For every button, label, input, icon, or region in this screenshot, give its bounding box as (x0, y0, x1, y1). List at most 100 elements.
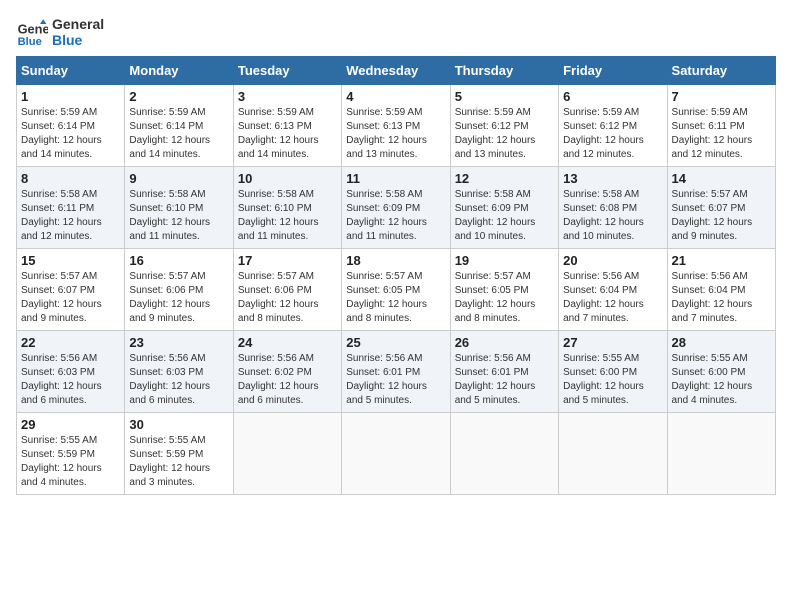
day-info: Sunrise: 5:58 AMSunset: 6:08 PMDaylight:… (563, 188, 662, 244)
day-number: 18 (346, 253, 445, 268)
day-number: 12 (455, 171, 554, 186)
calendar-week-row: 1Sunrise: 5:59 AMSunset: 6:14 PMDaylight… (17, 85, 776, 167)
day-number: 24 (238, 335, 337, 350)
calendar-cell: 7 Sunrise: 5:59 AMSunset: 6:11 PMDaylight… (667, 85, 775, 167)
day-info: Sunrise: 5:58 AMSunset: 6:09 PMDaylight:… (455, 188, 554, 244)
calendar-cell (667, 413, 775, 495)
day-info: Sunrise: 5:57 AMSunset: 6:06 PMDaylight:… (129, 270, 228, 326)
day-number: 11 (346, 171, 445, 186)
logo: General Blue General Blue (16, 16, 104, 48)
calendar-cell: 18 Sunrise: 5:57 AMSunset: 6:05 PMDayligh… (342, 249, 450, 331)
day-number: 4 (346, 89, 445, 104)
day-number: 13 (563, 171, 662, 186)
calendar-table: SundayMondayTuesdayWednesdayThursdayFrid… (16, 56, 776, 495)
day-number: 21 (672, 253, 771, 268)
calendar-cell: 12 Sunrise: 5:58 AMSunset: 6:09 PMDayligh… (450, 167, 558, 249)
calendar-cell: 24 Sunrise: 5:56 AMSunset: 6:02 PMDayligh… (233, 331, 341, 413)
day-info: Sunrise: 5:59 AMSunset: 6:11 PMDaylight:… (672, 106, 771, 162)
calendar-cell: 29Sunrise: 5:55 AMSunset: 5:59 PMDayligh… (17, 413, 125, 495)
calendar-cell: 5 Sunrise: 5:59 AMSunset: 6:12 PMDaylight… (450, 85, 558, 167)
day-number: 16 (129, 253, 228, 268)
day-number: 26 (455, 335, 554, 350)
day-info: Sunrise: 5:56 AMSunset: 6:01 PMDaylight:… (455, 352, 554, 408)
day-info: Sunrise: 5:56 AMSunset: 6:03 PMDaylight:… (21, 352, 120, 408)
day-info: Sunrise: 5:56 AMSunset: 6:04 PMDaylight:… (672, 270, 771, 326)
day-number: 9 (129, 171, 228, 186)
day-info: Sunrise: 5:59 AMSunset: 6:12 PMDaylight:… (455, 106, 554, 162)
calendar-cell: 26 Sunrise: 5:56 AMSunset: 6:01 PMDayligh… (450, 331, 558, 413)
day-info: Sunrise: 5:56 AMSunset: 6:02 PMDaylight:… (238, 352, 337, 408)
calendar-cell (233, 413, 341, 495)
logo-text-blue: Blue (52, 32, 104, 48)
day-number: 7 (672, 89, 771, 104)
day-info: Sunrise: 5:56 AMSunset: 6:03 PMDaylight:… (129, 352, 228, 408)
calendar-cell: 8 Sunrise: 5:58 AMSunset: 6:11 PMDaylight… (17, 167, 125, 249)
calendar-cell: 20 Sunrise: 5:56 AMSunset: 6:04 PMDayligh… (559, 249, 667, 331)
calendar-cell: 14 Sunrise: 5:57 AMSunset: 6:07 PMDayligh… (667, 167, 775, 249)
weekday-header-saturday: Saturday (667, 57, 775, 85)
calendar-cell: 27 Sunrise: 5:55 AMSunset: 6:00 PMDayligh… (559, 331, 667, 413)
day-info: Sunrise: 5:55 AMSunset: 6:00 PMDaylight:… (672, 352, 771, 408)
day-info: Sunrise: 5:58 AMSunset: 6:11 PMDaylight:… (21, 188, 120, 244)
weekday-header-tuesday: Tuesday (233, 57, 341, 85)
calendar-cell (559, 413, 667, 495)
day-info: Sunrise: 5:59 AMSunset: 6:14 PMDaylight:… (21, 106, 120, 162)
day-info: Sunrise: 5:57 AMSunset: 6:06 PMDaylight:… (238, 270, 337, 326)
day-info: Sunrise: 5:55 AMSunset: 5:59 PMDaylight:… (129, 434, 228, 490)
day-number: 14 (672, 171, 771, 186)
calendar-cell: 19Sunrise: 5:57 AMSunset: 6:05 PMDayligh… (450, 249, 558, 331)
calendar-cell: 30 Sunrise: 5:55 AMSunset: 5:59 PMDayligh… (125, 413, 233, 495)
calendar-cell: 28Sunrise: 5:55 AMSunset: 6:00 PMDayligh… (667, 331, 775, 413)
calendar-cell: 22Sunrise: 5:56 AMSunset: 6:03 PMDayligh… (17, 331, 125, 413)
day-number: 8 (21, 171, 120, 186)
day-number: 27 (563, 335, 662, 350)
day-info: Sunrise: 5:59 AMSunset: 6:13 PMDaylight:… (238, 106, 337, 162)
day-info: Sunrise: 5:57 AMSunset: 6:07 PMDaylight:… (21, 270, 120, 326)
calendar-week-row: 29Sunrise: 5:55 AMSunset: 5:59 PMDayligh… (17, 413, 776, 495)
weekday-header-wednesday: Wednesday (342, 57, 450, 85)
calendar-cell: 10Sunrise: 5:58 AMSunset: 6:10 PMDayligh… (233, 167, 341, 249)
calendar-week-row: 22Sunrise: 5:56 AMSunset: 6:03 PMDayligh… (17, 331, 776, 413)
calendar-cell: 11Sunrise: 5:58 AMSunset: 6:09 PMDayligh… (342, 167, 450, 249)
logo-icon: General Blue (16, 16, 48, 48)
day-number: 25 (346, 335, 445, 350)
day-number: 6 (563, 89, 662, 104)
day-number: 20 (563, 253, 662, 268)
calendar-cell: 15Sunrise: 5:57 AMSunset: 6:07 PMDayligh… (17, 249, 125, 331)
day-info: Sunrise: 5:58 AMSunset: 6:10 PMDaylight:… (129, 188, 228, 244)
weekday-header-sunday: Sunday (17, 57, 125, 85)
calendar-week-row: 8 Sunrise: 5:58 AMSunset: 6:11 PMDaylight… (17, 167, 776, 249)
calendar-cell: 2Sunrise: 5:59 AMSunset: 6:14 PMDaylight… (125, 85, 233, 167)
day-info: Sunrise: 5:58 AMSunset: 6:10 PMDaylight:… (238, 188, 337, 244)
day-info: Sunrise: 5:56 AMSunset: 6:04 PMDaylight:… (563, 270, 662, 326)
weekday-header-thursday: Thursday (450, 57, 558, 85)
page-header: General Blue General Blue (16, 16, 776, 48)
weekday-header-monday: Monday (125, 57, 233, 85)
logo-text-general: General (52, 16, 104, 32)
day-info: Sunrise: 5:59 AMSunset: 6:13 PMDaylight:… (346, 106, 445, 162)
day-number: 17 (238, 253, 337, 268)
calendar-header-row: SundayMondayTuesdayWednesdayThursdayFrid… (17, 57, 776, 85)
day-number: 5 (455, 89, 554, 104)
day-info: Sunrise: 5:59 AMSunset: 6:14 PMDaylight:… (129, 106, 228, 162)
weekday-header-friday: Friday (559, 57, 667, 85)
calendar-cell: 23 Sunrise: 5:56 AMSunset: 6:03 PMDayligh… (125, 331, 233, 413)
calendar-cell (450, 413, 558, 495)
day-info: Sunrise: 5:55 AMSunset: 6:00 PMDaylight:… (563, 352, 662, 408)
day-info: Sunrise: 5:57 AMSunset: 6:05 PMDaylight:… (346, 270, 445, 326)
calendar-cell: 6 Sunrise: 5:59 AMSunset: 6:12 PMDaylight… (559, 85, 667, 167)
day-info: Sunrise: 5:56 AMSunset: 6:01 PMDaylight:… (346, 352, 445, 408)
day-info: Sunrise: 5:59 AMSunset: 6:12 PMDaylight:… (563, 106, 662, 162)
calendar-cell: 9 Sunrise: 5:58 AMSunset: 6:10 PMDaylight… (125, 167, 233, 249)
calendar-cell: 17 Sunrise: 5:57 AMSunset: 6:06 PMDayligh… (233, 249, 341, 331)
day-info: Sunrise: 5:57 AMSunset: 6:07 PMDaylight:… (672, 188, 771, 244)
day-number: 23 (129, 335, 228, 350)
day-number: 30 (129, 417, 228, 432)
calendar-cell: 21 Sunrise: 5:56 AMSunset: 6:04 PMDayligh… (667, 249, 775, 331)
calendar-cell: 13 Sunrise: 5:58 AMSunset: 6:08 PMDayligh… (559, 167, 667, 249)
day-number: 19 (455, 253, 554, 268)
calendar-cell: 3 Sunrise: 5:59 AMSunset: 6:13 PMDaylight… (233, 85, 341, 167)
calendar-week-row: 15Sunrise: 5:57 AMSunset: 6:07 PMDayligh… (17, 249, 776, 331)
calendar-cell: 25 Sunrise: 5:56 AMSunset: 6:01 PMDayligh… (342, 331, 450, 413)
day-number: 3 (238, 89, 337, 104)
